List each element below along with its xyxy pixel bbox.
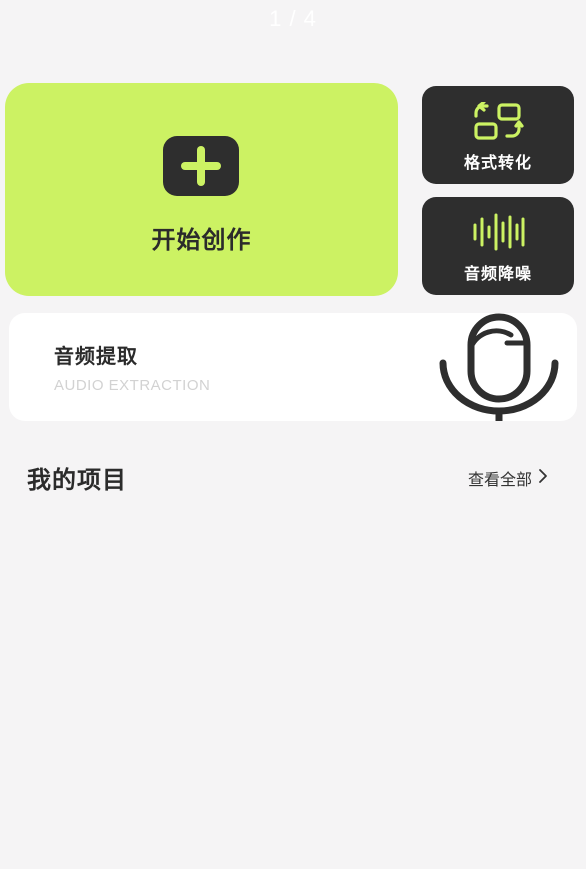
microphone-icon — [437, 313, 561, 421]
page-indicator: 1 / 4 — [269, 6, 317, 31]
audio-extraction-subtitle: AUDIO EXTRACTION — [54, 377, 211, 394]
format-convert-icon — [472, 100, 524, 146]
chevron-right-icon — [538, 468, 548, 488]
audio-extraction-button[interactable]: 音频提取 AUDIO EXTRACTION — [9, 313, 577, 421]
audio-denoise-label: 音频降噪 — [463, 264, 532, 283]
plus-icon — [163, 136, 239, 196]
view-all-label: 查看全部 — [468, 470, 533, 489]
start-creating-label: 开始创作 — [151, 226, 252, 254]
audio-denoise-button[interactable]: 音频降噪 — [422, 197, 574, 295]
format-convert-button[interactable]: 格式转化 — [422, 86, 574, 184]
audio-extraction-title: 音频提取 — [54, 344, 138, 368]
view-all-link[interactable]: 查看全部 — [468, 466, 548, 490]
start-creating-button[interactable]: 开始创作 — [5, 83, 398, 296]
format-convert-label: 格式转化 — [463, 153, 532, 172]
my-projects-title: 我的项目 — [27, 466, 127, 494]
waveform-icon — [472, 213, 526, 255]
